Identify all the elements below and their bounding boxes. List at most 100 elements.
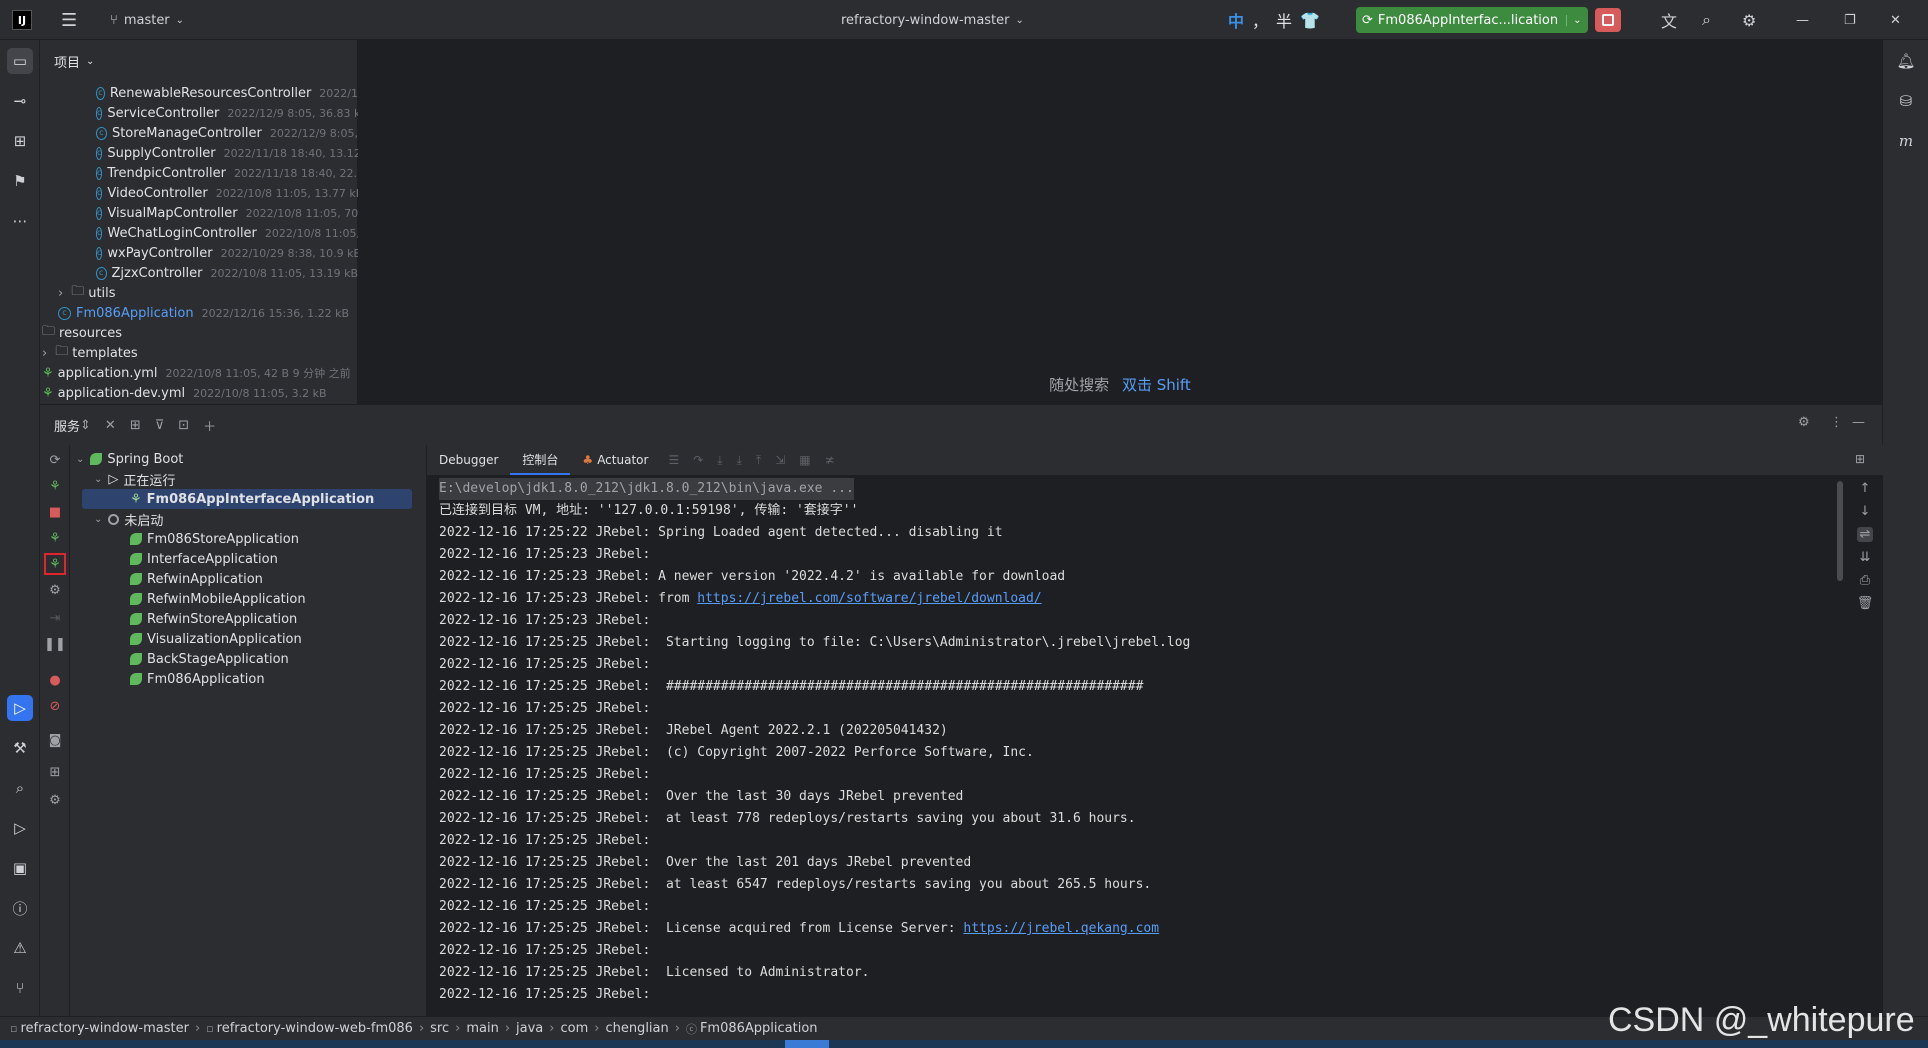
stop-icon[interactable]: ■ [44, 501, 66, 523]
step-icon[interactable]: ⇥ [44, 607, 66, 629]
ime-lang[interactable]: 中 [1228, 8, 1244, 32]
clear-trash-icon[interactable]: 🗑︎ [1857, 596, 1874, 611]
project-tree-row[interactable]: › 🗀︎ utils [58, 283, 116, 303]
run-icon[interactable]: ▷ [7, 815, 33, 841]
git-icon[interactable]: ⑂ [7, 975, 33, 1001]
more-options-icon[interactable]: ⋮ [1830, 415, 1843, 430]
project-tree-row[interactable]: › 🗀︎ templates [42, 343, 138, 363]
soft-wrap-icon[interactable]: ⇌ [1856, 527, 1874, 542]
app-logo-icon[interactable]: IJ [12, 10, 32, 30]
project-folder-icon[interactable]: ▭ [7, 48, 33, 74]
project-tree-row[interactable]: c StoreManageController 2022/12/9 8:05, [96, 123, 358, 143]
restore-button[interactable]: ❐ [1838, 6, 1862, 34]
ime-toolbar[interactable]: 中 ， 半 👕 [1228, 8, 1320, 32]
minimize-button[interactable]: — [1790, 6, 1815, 34]
refresh-icon[interactable]: ⟳ [44, 449, 66, 471]
filter-icon[interactable]: ⊽ [155, 418, 165, 433]
build-icon[interactable]: ⚒ [7, 735, 33, 761]
search-icon[interactable]: ⌕ [1696, 6, 1717, 34]
tree-node-running[interactable]: ⌄ ▷ 正在运行 [94, 469, 175, 489]
project-tree-row[interactable]: c ZjzxController 2022/10/8 11:05, 13.19 kB [96, 263, 358, 283]
new-tab-icon[interactable]: ⊡ [178, 418, 189, 433]
project-tree-row[interactable]: c TrendpicController 2022/11/18 18:40, 22.… [96, 163, 358, 183]
services-icon[interactable]: ▷ [7, 695, 33, 721]
project-tree-row[interactable]: c WeChatLoginController 2022/10/8 11:05, [96, 223, 358, 243]
tree-node-stopped-app[interactable]: Fm086StoreApplication [130, 529, 299, 549]
terminal-icon[interactable]: ▣ [7, 855, 33, 881]
editor-empty-area[interactable]: 随处搜索 双击 Shift [358, 40, 1882, 404]
breadcrumb-item[interactable]: Fm086Application [700, 1021, 818, 1036]
project-tree-row[interactable]: c ServiceController 2022/12/9 8:05, 36.83 … [96, 103, 358, 123]
main-menu-icon[interactable]: ☰ [55, 6, 83, 34]
project-tree-row[interactable]: c wxPayController 2022/10/29 8:38, 10.9 kB [96, 243, 358, 263]
scroll-to-end-icon[interactable]: ⇊ [1860, 550, 1871, 565]
warning-icon[interactable]: ⚠ [7, 935, 33, 961]
tree-node-stopped-app[interactable]: RefwinMobileApplication [130, 589, 306, 609]
breadcrumb-item[interactable]: refractory-window-master [20, 1021, 189, 1036]
chevron-down-icon[interactable]: ⌄ [1566, 14, 1582, 26]
tree-node-spring-boot[interactable]: ⌄ Spring Boot [76, 449, 183, 469]
tree-node-stopped[interactable]: ⌄ 未启动 [94, 509, 163, 529]
problems-icon[interactable]: ⓘ [7, 895, 33, 921]
project-tree-row[interactable]: ⚘ application.yml 2022/10/8 11:05, 42 B 9 … [42, 363, 351, 383]
project-tree-row[interactable]: ⚘ application-dev.yml 2022/10/8 11:05, 3.2… [42, 383, 327, 403]
jrebel-debug-icon[interactable]: ⚘ [44, 553, 66, 575]
close-button[interactable]: ✕ [1884, 6, 1907, 34]
tree-node-stopped-app[interactable]: RefwinStoreApplication [130, 609, 297, 629]
find-icon[interactable]: ⌕ [7, 775, 33, 801]
chevron-right-icon[interactable]: › [58, 286, 63, 301]
force-step-into-icon[interactable]: ⤓ [737, 453, 742, 468]
run-debug-icon[interactable]: ⚘ [44, 475, 66, 497]
list-icon[interactable]: ☰ [668, 453, 679, 468]
pause-icon[interactable]: ❚❚ [44, 633, 66, 655]
console-output[interactable]: E:\develop\jdk1.8.0_212\jdk1.8.0_212\bin… [427, 475, 1847, 1017]
project-tree-row[interactable]: c VideoController 2022/10/8 11:05, 13.77 k… [96, 183, 358, 203]
settings-gear-icon[interactable]: ⚙ [1736, 6, 1762, 34]
mute-breakpoints-icon[interactable]: ⊘ [44, 695, 66, 717]
configure-icon[interactable]: ⚙ [44, 579, 66, 601]
console-scrollbar[interactable] [1837, 481, 1843, 581]
tree-node-stopped-app[interactable]: VisualizationApplication [130, 629, 302, 649]
project-tree-row[interactable]: c VisualMapController 2022/10/8 11:05, 70 [96, 203, 358, 223]
project-panel-header[interactable]: 项目 ⌄ [54, 52, 94, 71]
layout-icon[interactable]: ⊞ [1855, 452, 1865, 466]
tree-node-stopped-app[interactable]: RefwinApplication [130, 569, 263, 589]
breadcrumb-item[interactable]: main [466, 1021, 498, 1036]
more-icon[interactable]: ⋯ [7, 208, 33, 234]
shirt-icon[interactable]: 👕 [1300, 11, 1320, 30]
commit-icon[interactable]: ⊸ [7, 88, 33, 114]
ime-width[interactable]: 半 [1276, 8, 1292, 32]
print-icon[interactable]: ⎙ [1860, 573, 1870, 588]
tree-node-stopped-app[interactable]: BackStageApplication [130, 649, 289, 669]
breadcrumb-item[interactable]: chenglian [605, 1021, 668, 1036]
tree-node-running-app[interactable]: ⚘ Fm086AppInterfaceApplication [82, 489, 412, 509]
collapse-all-icon[interactable]: ✕ [105, 418, 116, 433]
tab-console[interactable]: 控制台 [510, 445, 571, 475]
tab-debugger[interactable]: Debugger [427, 445, 510, 475]
branch-selector[interactable]: ⑂ master ⌄ [104, 6, 190, 34]
hide-panel-icon[interactable]: — [1852, 415, 1865, 430]
console-link[interactable]: https://jrebel.qekang.com [963, 921, 1159, 936]
group-icon[interactable]: ⊞ [130, 418, 141, 433]
run-configuration-widget[interactable]: ⟳ Fm086AppInterfac...lication ⌄ [1356, 7, 1588, 33]
scroll-up-icon[interactable]: ↑ [1860, 481, 1871, 496]
tab-actuator[interactable]: ♣ Actuator [570, 445, 660, 475]
scroll-down-icon[interactable]: ↓ [1860, 504, 1871, 519]
tree-node-stopped-app[interactable]: Fm086Application [130, 669, 265, 689]
camera-icon[interactable]: ◙ [44, 729, 66, 751]
step-out-icon[interactable]: ⤒ [756, 453, 761, 468]
jrebel-run-icon[interactable]: ⚘ [44, 527, 66, 549]
evaluate-icon[interactable]: ≭ [825, 453, 835, 468]
table-icon[interactable]: ▦ [799, 453, 810, 468]
expand-all-icon[interactable]: ⇕ [80, 418, 91, 433]
step-into-icon[interactable]: ⤓ [717, 453, 722, 468]
run-to-cursor-icon[interactable]: ⇲ [775, 453, 785, 468]
project-tree-row[interactable]: c RenewableResourcesController 2022/1 [96, 83, 358, 103]
chevron-right-icon[interactable]: › [42, 346, 47, 361]
translate-icon[interactable]: 文 [1655, 6, 1683, 34]
project-tree-row[interactable]: c Fm086Application 2022/12/16 15:36, 1.22 … [58, 303, 349, 323]
breakpoints-icon[interactable]: ● [44, 669, 66, 691]
bookmark-icon[interactable]: ⚑ [7, 168, 33, 194]
project-tree-row[interactable]: c SupplyController 2022/11/18 18:40, 13.12… [96, 143, 358, 163]
notifications-bell-icon[interactable]: 🔔︎ [1893, 48, 1919, 74]
